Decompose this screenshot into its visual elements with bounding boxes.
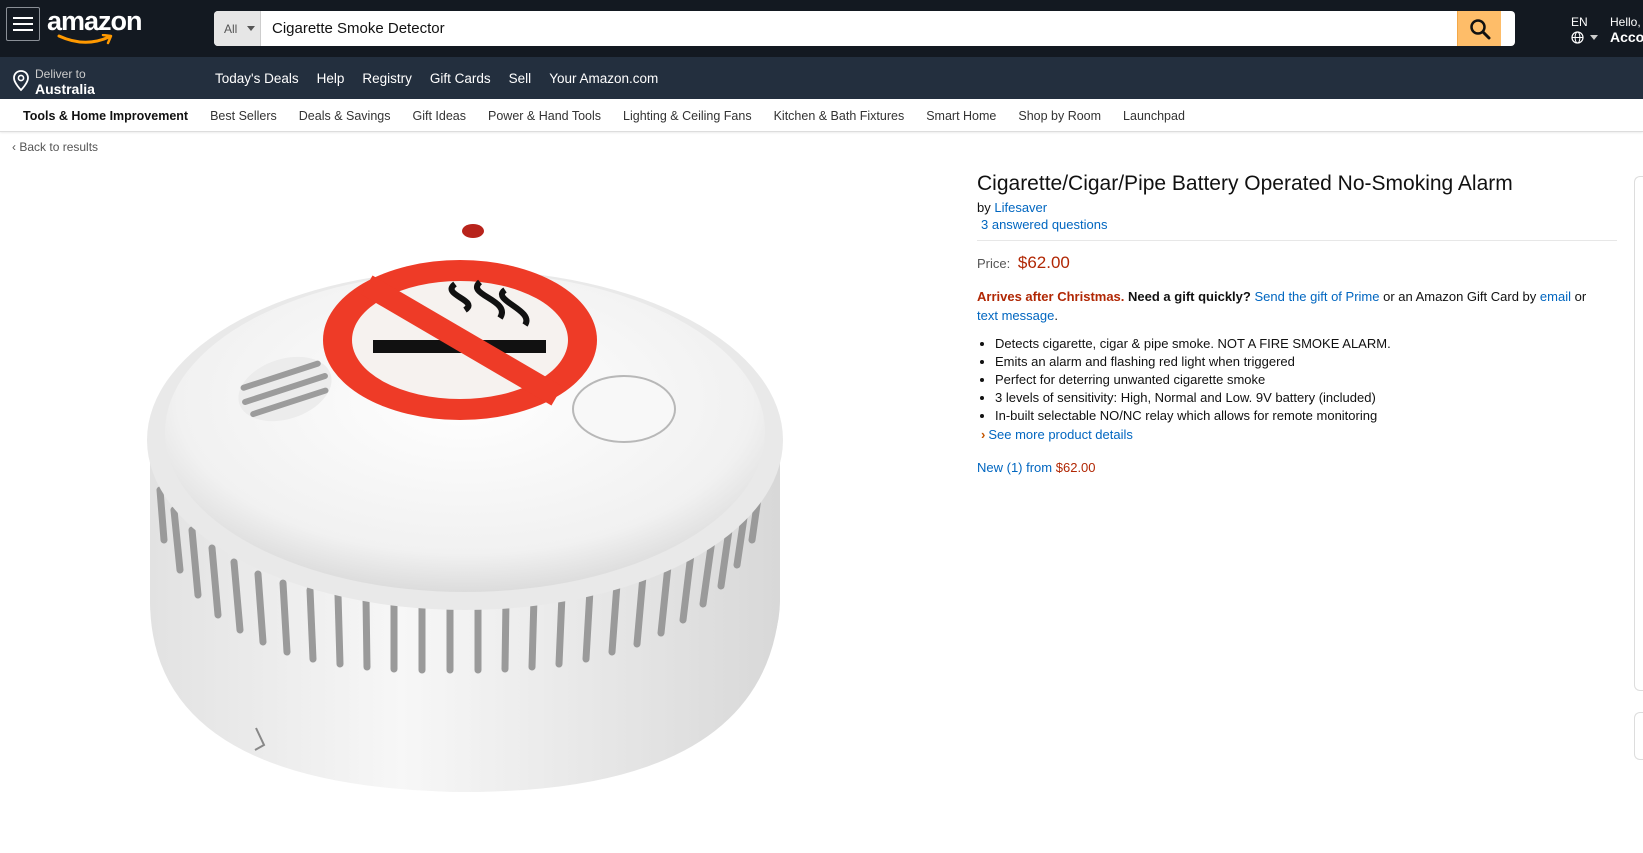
subnav-item-power-hand-tools[interactable]: Power & Hand Tools [488, 109, 601, 123]
feature-bullet: 3 levels of sensitivity: High, Normal an… [995, 389, 1617, 407]
language-caret-icon [1590, 35, 1598, 40]
subnav-item-gift-ideas[interactable]: Gift Ideas [413, 109, 467, 123]
feature-bullet: Perfect for deterring unwanted cigarette… [995, 371, 1617, 389]
chevron-right-icon: › [981, 427, 986, 442]
price-row: Price: $62.00 [977, 253, 1617, 273]
subnav-item-tools-home[interactable]: Tools & Home Improvement [23, 109, 188, 123]
nav-link-gift-cards[interactable]: Gift Cards [430, 71, 491, 86]
smile-icon [57, 34, 113, 45]
subnav-item-deals-savings[interactable]: Deals & Savings [299, 109, 391, 123]
product-title: Cigarette/Cigar/Pipe Battery Operated No… [977, 172, 1513, 195]
subnav-item-smart-home[interactable]: Smart Home [926, 109, 996, 123]
price-value: $62.00 [1017, 253, 1070, 272]
back-to-results-link[interactable]: ‹ Back to results [12, 140, 98, 154]
globe-icon[interactable] [1571, 31, 1584, 47]
product-byline: by Lifesaver [977, 200, 1617, 215]
side-panel-edge [1634, 712, 1643, 760]
logo-text: amazon [47, 6, 143, 36]
account-greeting[interactable]: Hello, [1610, 15, 1641, 29]
nav-link-your-amazon[interactable]: Your Amazon.com [549, 71, 658, 86]
secondary-nav: Deliver to Australia Today's Deals Help … [0, 57, 1643, 99]
back-label: Back to results [19, 140, 99, 154]
see-more-link[interactable]: See more product details [988, 427, 1133, 442]
product-info: Cigarette/Cigar/Pipe Battery Operated No… [977, 170, 1617, 475]
nav-link-todays-deals[interactable]: Today's Deals [215, 71, 299, 86]
nav-links: Today's Deals Help Registry Gift Cards S… [215, 71, 676, 86]
feature-bullet: In-built selectable NO/NC relay which al… [995, 407, 1617, 425]
search-icon [1470, 19, 1491, 40]
period-text: . [1054, 308, 1058, 323]
answered-questions-link[interactable]: 3 answered questions [981, 217, 1107, 232]
arrives-warning: Arrives after Christmas. [977, 289, 1125, 304]
by-prefix: by [977, 200, 991, 215]
feature-bullets: Detects cigarette, cigar & pipe smoke. N… [977, 335, 1617, 425]
new-offers-price: $62.00 [1055, 460, 1096, 475]
search-department-select[interactable]: All [214, 11, 261, 46]
top-nav: amazon All EN Hello, Acco [0, 0, 1643, 57]
smoke-alarm-image [147, 224, 783, 792]
nav-link-registry[interactable]: Registry [362, 71, 412, 86]
email-link[interactable]: email [1540, 289, 1571, 304]
search-button[interactable] [1457, 11, 1501, 46]
account-link[interactable]: Acco [1610, 29, 1643, 45]
search-bar: All [214, 11, 1515, 46]
deliver-label: Deliver to [35, 67, 86, 81]
brand-link[interactable]: Lifesaver [994, 200, 1047, 215]
chevron-down-icon [247, 26, 255, 31]
buybox-edge [1634, 176, 1643, 691]
price-label: Price: [977, 256, 1011, 271]
category-subnav: Tools & Home Improvement Best Sellers De… [0, 99, 1643, 132]
amazon-logo[interactable]: amazon [47, 6, 147, 45]
nav-link-help[interactable]: Help [317, 71, 345, 86]
subnav-item-lighting[interactable]: Lighting & Ceiling Fans [623, 109, 752, 123]
subnav-item-launchpad[interactable]: Launchpad [1123, 109, 1185, 123]
menu-icon[interactable] [6, 7, 40, 41]
gift-prime-link[interactable]: Send the gift of Prime [1254, 289, 1379, 304]
or-text: or [1574, 289, 1587, 304]
see-more-details[interactable]: › See more product details [977, 427, 1617, 442]
answered-questions: 3 answered questions [977, 217, 1617, 241]
product-image[interactable] [140, 200, 820, 840]
deliver-country: Australia [35, 81, 95, 97]
new-offers-link[interactable]: New (1) from [977, 460, 1052, 475]
department-label: All [224, 22, 238, 36]
subnav-item-best-sellers[interactable]: Best Sellers [210, 109, 277, 123]
nav-link-sell[interactable]: Sell [509, 71, 532, 86]
feature-bullet: Detects cigarette, cigar & pipe smoke. N… [995, 335, 1617, 353]
subnav-item-shop-by-room[interactable]: Shop by Room [1018, 109, 1101, 123]
location-pin-icon [13, 70, 29, 92]
feature-bullet: Emits an alarm and flashing red light wh… [995, 353, 1617, 371]
delivery-message: Arrives after Christmas. Need a gift qui… [977, 287, 1617, 325]
language-selector[interactable]: EN [1571, 15, 1588, 29]
new-offers[interactable]: New (1) from $62.00 [977, 460, 1617, 475]
subnav-item-kitchen-bath[interactable]: Kitchen & Bath Fixtures [774, 109, 905, 123]
text-message-link[interactable]: text message [977, 308, 1054, 323]
search-input[interactable] [262, 11, 1457, 46]
gift-card-text: or an Amazon Gift Card by [1383, 289, 1537, 304]
gift-question: Need a gift quickly? [1128, 289, 1251, 304]
